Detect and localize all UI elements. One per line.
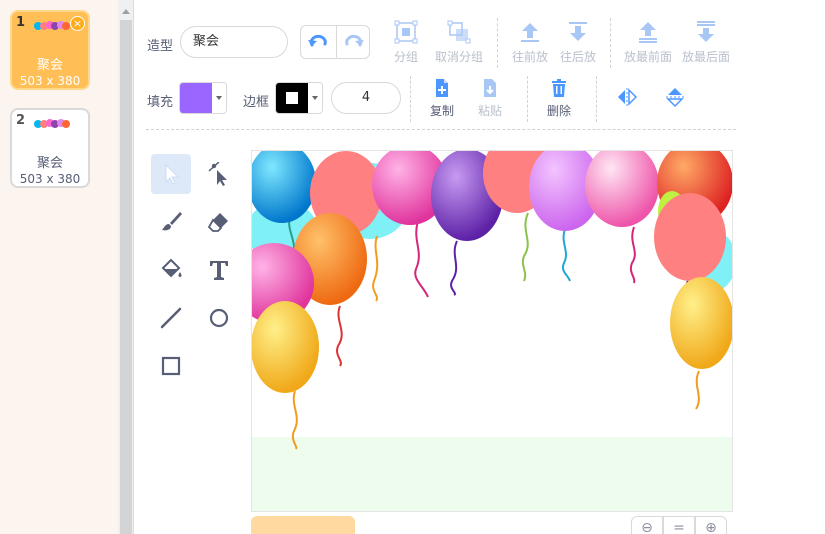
zoom-out-icon: ⊖ xyxy=(641,520,653,534)
redo-icon xyxy=(345,34,364,47)
chevron-down-icon xyxy=(312,96,318,100)
redo-button[interactable] xyxy=(337,26,371,58)
select-tool[interactable] xyxy=(151,154,191,194)
reshape-tool[interactable] xyxy=(199,154,239,194)
group-button[interactable]: 分组 xyxy=(378,20,434,65)
paste-label: 粘贴 xyxy=(477,104,502,118)
backward-label: 往后放 xyxy=(559,50,596,64)
eraser-icon xyxy=(207,213,228,232)
circle-tool[interactable] xyxy=(199,298,239,338)
trash-icon xyxy=(552,79,566,97)
costume-name: 聚会 xyxy=(36,156,63,171)
costume-number: 2 xyxy=(16,113,26,128)
group-icon xyxy=(394,20,418,44)
front-button[interactable]: 放最前面 xyxy=(620,20,676,65)
group-label: 分组 xyxy=(393,50,418,64)
front-label: 放最前面 xyxy=(623,50,672,64)
ungroup-icon xyxy=(447,20,471,44)
rectangle-icon xyxy=(161,356,181,376)
zoom-reset-button[interactable]: = xyxy=(663,516,695,534)
costume-thumbnail xyxy=(34,119,70,128)
scrollbar-thumb[interactable] xyxy=(120,20,132,534)
costume-thumbnail xyxy=(34,21,70,30)
zoom-out-button[interactable]: ⊖ xyxy=(631,516,663,534)
costume-name: 聚会 xyxy=(36,58,63,73)
fill-tool[interactable] xyxy=(151,250,191,290)
flip-vertical-button[interactable] xyxy=(664,86,686,112)
line-tool[interactable] xyxy=(151,298,191,338)
toolbar-divider xyxy=(527,76,528,122)
text-icon xyxy=(210,261,228,280)
send-to-back-icon xyxy=(697,21,715,42)
convert-to-bitmap-button[interactable] xyxy=(251,516,355,534)
flip-horizontal-button[interactable] xyxy=(616,86,638,112)
rectangle-tool[interactable] xyxy=(151,346,191,386)
outline-width-input[interactable]: 4 xyxy=(331,82,401,114)
paint-canvas[interactable] xyxy=(251,150,733,512)
line-icon xyxy=(160,307,182,329)
bring-to-front-icon xyxy=(639,22,657,43)
undo-redo-group xyxy=(300,25,370,59)
paste-icon xyxy=(484,79,496,97)
costume-artwork xyxy=(252,151,732,511)
paint-bucket-icon xyxy=(161,258,182,278)
fill-swatch xyxy=(180,83,212,113)
toolbar-divider xyxy=(410,76,411,122)
toolbar-divider xyxy=(596,76,597,122)
zoom-reset-icon: = xyxy=(673,520,685,534)
costume-list: 1 × 聚会 503 x 380 2 聚会 503 x 380 xyxy=(0,0,118,534)
undo-icon xyxy=(308,34,327,47)
text-tool[interactable] xyxy=(199,250,239,290)
costume-name-input[interactable]: 聚会 xyxy=(180,26,288,58)
delete-label: 删除 xyxy=(546,104,571,118)
copy-icon xyxy=(436,79,448,97)
arrow-up-icon xyxy=(521,23,539,42)
chevron-down-icon xyxy=(216,96,222,100)
reshape-icon xyxy=(208,162,227,186)
costume-list-scrollbar[interactable] xyxy=(118,0,134,534)
flip-vertical-icon xyxy=(666,88,684,108)
arrow-cursor-icon xyxy=(165,163,180,185)
costume-size: 503 x 380 xyxy=(19,172,81,186)
fill-color-picker[interactable] xyxy=(179,82,227,114)
zoom-in-icon: ⊕ xyxy=(705,520,717,534)
paint-editor: 1 × 聚会 503 x 380 2 聚会 503 x 380 造型 聚会 分组… xyxy=(0,0,825,534)
zoom-in-button[interactable]: ⊕ xyxy=(695,516,727,534)
brush-tool[interactable] xyxy=(151,202,191,242)
outline-color-picker[interactable] xyxy=(275,82,323,114)
costume-tile-1[interactable]: 1 × 聚会 503 x 380 xyxy=(10,10,90,90)
toolbar-bottom-divider xyxy=(146,129,736,130)
costume-size: 503 x 380 xyxy=(19,74,81,88)
costume-name-label: 造型 xyxy=(147,39,174,54)
backward-button[interactable]: 往后放 xyxy=(550,20,606,65)
delete-button[interactable]: 删除 xyxy=(531,78,587,119)
undo-button[interactable] xyxy=(301,26,335,58)
flip-horizontal-icon xyxy=(618,88,638,106)
scroll-up-icon[interactable] xyxy=(122,9,130,14)
toolbar-divider xyxy=(610,18,611,68)
arrow-down-icon xyxy=(569,22,587,41)
ungroup-button[interactable]: 取消分组 xyxy=(431,20,487,65)
fill-label: 填充 xyxy=(147,95,174,110)
eraser-tool[interactable] xyxy=(199,202,239,242)
back-button[interactable]: 放最后面 xyxy=(678,20,734,65)
back-label: 放最后面 xyxy=(681,50,730,64)
outline-label: 边框 xyxy=(243,95,270,110)
outline-swatch xyxy=(276,83,308,113)
circle-icon xyxy=(209,308,229,328)
close-icon[interactable]: × xyxy=(70,16,85,31)
paste-button[interactable]: 粘贴 xyxy=(462,78,518,119)
brush-icon xyxy=(162,212,182,231)
costume-tile-2[interactable]: 2 聚会 503 x 380 xyxy=(10,108,90,188)
toolbar-divider xyxy=(497,18,498,68)
costume-number: 1 xyxy=(16,15,26,30)
ungroup-label: 取消分组 xyxy=(434,50,483,64)
